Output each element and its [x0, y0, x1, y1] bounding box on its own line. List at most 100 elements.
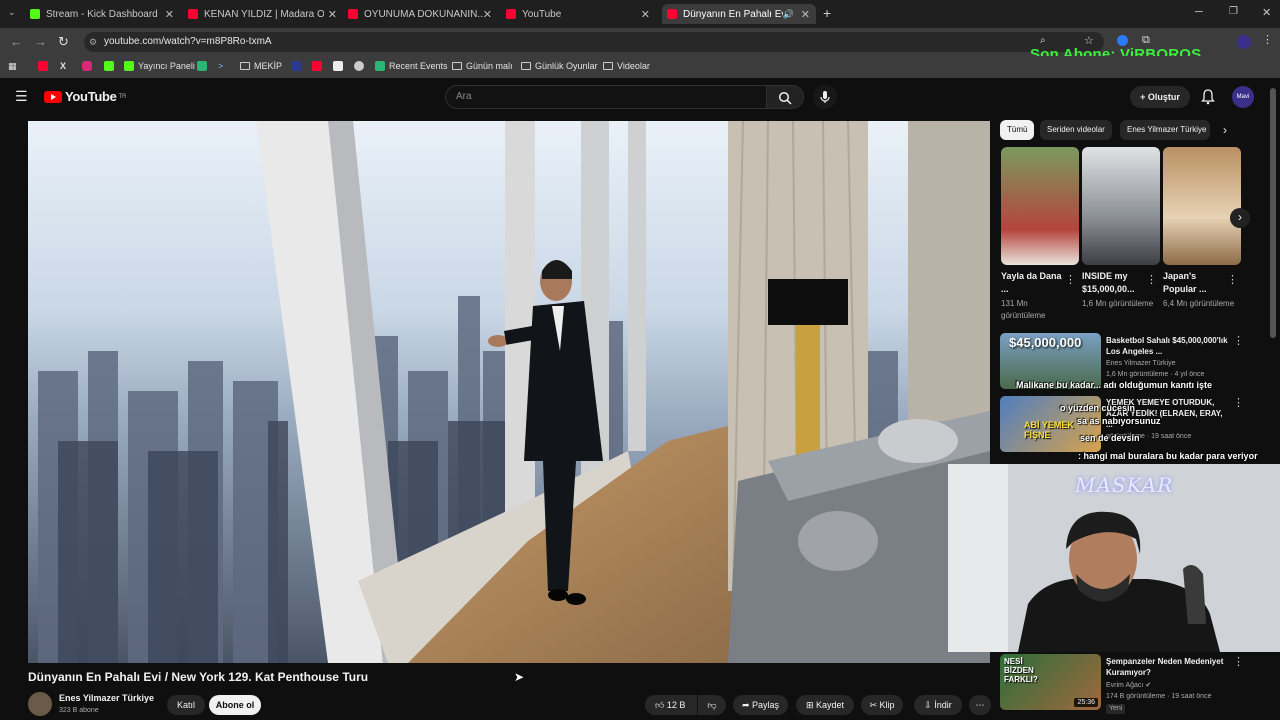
bookmark-youtube-2[interactable] — [312, 61, 326, 71]
scissors-icon: ✂ — [869, 700, 880, 710]
short-title[interactable]: INSIDE my $15,000,00... — [1082, 270, 1148, 296]
thumbnail-text: $45,000,000 — [1009, 335, 1082, 350]
video-menu-icon[interactable]: ⋮ — [1233, 396, 1244, 409]
share-button[interactable]: ➦ Paylaş — [733, 695, 788, 715]
back-icon[interactable]: ← — [10, 34, 23, 49]
site-info-icon[interactable]: ⚙ — [89, 32, 97, 52]
short-title[interactable]: Yayla da Dana ... — [1001, 270, 1067, 296]
account-avatar[interactable]: Mavi — [1232, 86, 1254, 108]
new-tab-button[interactable]: + — [823, 5, 831, 21]
search-button[interactable] — [766, 85, 804, 109]
forward-icon[interactable]: → — [34, 34, 47, 49]
short-thumbnail[interactable] — [1163, 147, 1241, 265]
url-field[interactable]: ⚙ youtube.com/watch?v=m8P8Ro-txmA — [84, 32, 1104, 52]
bookmark-recent-events[interactable]: Recent Events — [375, 61, 448, 71]
video-menu-icon[interactable]: ⋮ — [1233, 334, 1244, 347]
minimize-button[interactable]: ─ — [1195, 6, 1203, 18]
image-icon — [333, 61, 343, 71]
bookmark-image[interactable] — [333, 61, 347, 71]
bookmark-green[interactable] — [197, 61, 211, 71]
subscribe-button[interactable]: Abone ol — [209, 695, 261, 715]
short-menu-icon[interactable]: ⋮ — [1227, 273, 1238, 286]
bookmark-kick[interactable] — [104, 61, 118, 71]
bookmark-gunluk-oyunlar[interactable]: Günlük Oyunlar — [521, 61, 598, 71]
clip-button[interactable]: ✂ Klip — [861, 695, 903, 715]
short-menu-icon[interactable]: ⋮ — [1146, 273, 1157, 286]
tab-current-video[interactable]: Dünyanın En Pahalı Evi / Ne 🔊 ✕ — [662, 4, 816, 24]
more-actions-button[interactable]: ⋯ — [969, 695, 991, 715]
chip-series[interactable]: Seriden videolar — [1040, 120, 1112, 140]
extension-icon[interactable] — [1117, 35, 1128, 46]
short-thumbnail[interactable] — [1082, 147, 1160, 265]
video-menu-icon[interactable]: ⋮ — [1233, 655, 1244, 668]
chip-channel[interactable]: Enes Yilmazer Türkiye — [1120, 120, 1210, 140]
folder-icon — [521, 62, 531, 70]
channel-avatar[interactable] — [28, 692, 52, 716]
channel-name[interactable]: Enes Yilmazer Türkiye — [59, 693, 154, 703]
related-video-title[interactable]: Basketbol Sahalı $45,000,000'lık Los Ang… — [1106, 335, 1231, 357]
new-badge: Yeni — [1106, 704, 1126, 714]
bookmark-yayinci-paneli[interactable]: Yayıncı Paneli — [124, 61, 195, 71]
tab-kick-dashboard[interactable]: Stream - Kick Dashboard ✕ — [30, 4, 180, 24]
bookmark-mekip[interactable]: MEKİP — [240, 61, 282, 71]
save-button[interactable]: ⊞ Kaydet — [796, 695, 854, 715]
related-video-meta: 174 B görüntüleme · 19 saat önce — [1106, 693, 1212, 700]
maximize-button[interactable]: ❐ — [1229, 6, 1238, 17]
thumbnail-text: NESİ BİZDEN FARKLI? — [1004, 657, 1038, 684]
bookmark-gunun-mali[interactable]: Günün malı — [452, 61, 513, 71]
create-button[interactable]: + Oluştur — [1130, 86, 1190, 108]
close-icon[interactable]: ✕ — [801, 8, 810, 21]
voice-search-button[interactable] — [813, 85, 837, 109]
bookmark-arrow[interactable]: > — [218, 61, 223, 71]
close-icon[interactable]: ✕ — [328, 8, 337, 21]
close-icon[interactable]: ✕ — [165, 8, 174, 21]
related-video-channel[interactable]: Enes Yilmazer Türkiye — [1106, 359, 1176, 369]
close-icon[interactable]: ✕ — [483, 8, 492, 21]
youtube-logo[interactable]: YouTube TR — [44, 89, 126, 104]
dislike-button[interactable]: 👎︎ — [698, 695, 726, 715]
tab-kenan[interactable]: KENAN YILDIZ | Madara Olduk ✕ — [188, 4, 343, 24]
tab-oyunuma[interactable]: OYUNUMA DOKUNANIN... - Yo ✕ — [348, 4, 498, 24]
zoom-icon[interactable]: ⌕ — [1040, 35, 1046, 46]
close-window-button[interactable]: ✕ — [1262, 6, 1271, 19]
webcam-name-label: MASKAR — [1075, 473, 1174, 497]
page-scrollbar[interactable] — [1270, 88, 1276, 338]
tab-youtube[interactable]: YouTube ✕ — [506, 4, 656, 24]
bookmark-x[interactable]: X — [60, 61, 66, 71]
bookmark-instagram[interactable] — [82, 61, 96, 71]
bookmark-blue[interactable] — [291, 61, 305, 71]
chat-overlay-message: Malikane bu kadar... adı olduğumun kanıt… — [1016, 380, 1213, 390]
reload-icon[interactable]: ↻ — [58, 34, 69, 50]
close-icon[interactable]: ✕ — [641, 8, 650, 21]
bookmark-videolar[interactable]: Videolar — [603, 61, 650, 71]
notifications-button[interactable] — [1201, 89, 1215, 110]
apps-grid-icon[interactable]: ▦ — [8, 61, 17, 72]
bookmark-icon: ⊞ — [805, 700, 816, 710]
join-button[interactable]: Katıl — [167, 695, 205, 715]
download-icon: ⇩ — [924, 700, 935, 710]
short-title[interactable]: Japan's Popular ... — [1163, 270, 1229, 296]
bookmark-youtube[interactable] — [38, 61, 52, 71]
speaker-icon[interactable]: 🔊 — [783, 9, 794, 20]
like-button[interactable]: 👍︎ 12 B — [645, 695, 697, 715]
search-input[interactable]: Ara — [445, 85, 767, 109]
profile-icon[interactable] — [1237, 35, 1251, 49]
menu-kebab-icon[interactable]: ⋮ — [1262, 33, 1273, 46]
video-player[interactable] — [28, 121, 990, 663]
shorts-next-button[interactable]: › — [1230, 208, 1250, 228]
tab-search-icon[interactable]: ⌄ — [8, 7, 16, 18]
youtube-header: ☰ YouTube TR Ara + Oluştur Mavi — [0, 80, 1280, 114]
bookmark-circle[interactable] — [354, 61, 368, 71]
short-thumbnail[interactable] — [1001, 147, 1079, 265]
related-video-thumbnail[interactable]: NESİ BİZDEN FARKLI? 25:36 — [1000, 654, 1101, 710]
related-video-channel[interactable]: Evrim Ağacı ✔ — [1106, 681, 1151, 691]
app-icon — [197, 61, 207, 71]
related-video-title[interactable]: Şempanzeler Neden Medeniyet Kuramıyor? — [1106, 656, 1231, 678]
chip-all[interactable]: Tümü — [1000, 120, 1035, 140]
hamburger-menu-icon[interactable]: ☰ — [15, 88, 28, 105]
chips-next-arrow-icon[interactable]: › — [1223, 123, 1227, 137]
short-menu-icon[interactable]: ⋮ — [1065, 273, 1076, 286]
video-title: Dünyanın En Pahalı Evi / New York 129. K… — [28, 670, 369, 684]
download-button[interactable]: ⇩ İndir — [914, 695, 962, 715]
folder-icon — [603, 62, 613, 70]
